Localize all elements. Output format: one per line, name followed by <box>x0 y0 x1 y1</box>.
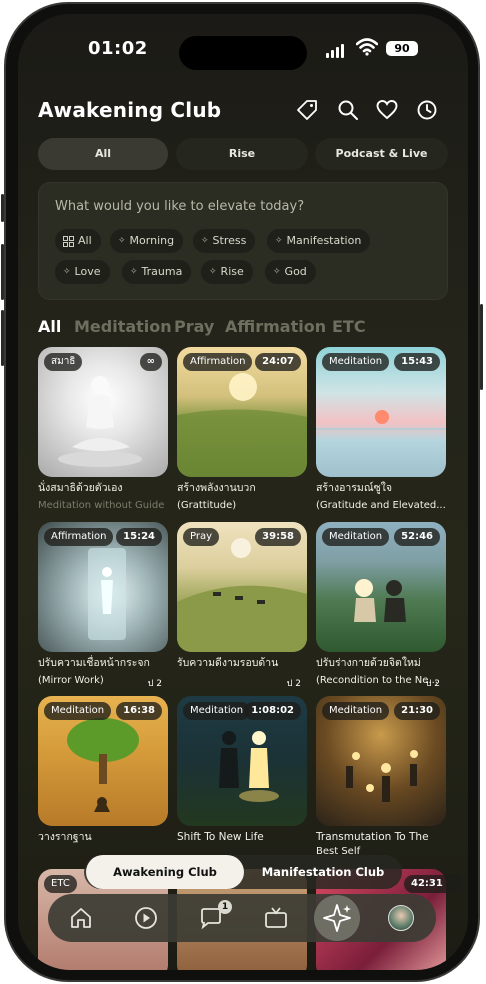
battery-indicator: 90 <box>386 41 418 56</box>
card-duration-badge: ∞ <box>139 353 162 371</box>
sparkle-icon: ✧ <box>273 267 281 277</box>
chip-love[interactable]: ✧ Love <box>55 260 110 284</box>
card-page-count: ป 2 <box>425 679 440 689</box>
sparkle-ai-button[interactable] <box>314 895 360 941</box>
elevate-question: What would you like to elevate today? <box>55 199 305 214</box>
sparkle-icon: ✧ <box>118 236 126 246</box>
card-title: Transmutation To The <box>316 831 429 843</box>
app-title: Awakening Club <box>38 98 222 122</box>
category-affirmation[interactable]: Affirmation <box>225 317 326 336</box>
card-title: สร้างอารมณ์ซูใจ <box>316 482 392 494</box>
chip-label: Rise <box>220 265 244 278</box>
chip-morning[interactable]: ✧ Morning <box>110 229 184 253</box>
card-page-count: ป 2 <box>286 679 301 689</box>
card-duration-badge: 52:46 <box>394 528 440 546</box>
manifestation-club-toggle[interactable]: Manifestation Club <box>248 855 398 889</box>
signal-icon <box>326 44 344 58</box>
sparkle-icon: ✧ <box>275 236 283 246</box>
category-pray[interactable]: Pray <box>174 317 214 336</box>
card-page-count: ป 2 <box>147 679 162 689</box>
category-meditation[interactable]: Meditation <box>74 317 172 336</box>
history-clock-icon[interactable] <box>415 98 439 122</box>
card-duration-badge: 21:30 <box>394 702 440 720</box>
volume-up-button <box>1 244 4 300</box>
play-icon[interactable] <box>133 905 159 931</box>
chip-all[interactable]: All <box>55 229 101 253</box>
tag-icon[interactable] <box>295 98 319 122</box>
category-etc[interactable]: ETC <box>332 317 366 336</box>
chip-label: Morning <box>129 234 175 247</box>
chip-label: God <box>284 265 307 278</box>
card-subtitle: Meditation without Guide <box>38 500 165 511</box>
tab-podcast-live[interactable]: Podcast & Live <box>315 138 448 170</box>
card-duration-badge: 42:31 <box>404 875 462 893</box>
chip-label: Trauma <box>141 265 183 278</box>
grid-icon <box>63 235 74 247</box>
elevate-prompt-panel: What would you like to elevate today? Al… <box>38 182 448 300</box>
sparkle-icon: ✧ <box>130 267 138 277</box>
card-title: ปรับร่างกายด้วยจิตใหม่ <box>316 657 421 669</box>
card-title: วางรากฐาน <box>38 831 92 843</box>
card-duration-badge: 1:08:02 <box>244 702 301 720</box>
action-button <box>1 194 4 222</box>
chip-stress[interactable]: ✧ Stress <box>193 229 256 253</box>
chip-label: Love <box>74 265 101 278</box>
chip-manifestation[interactable]: ✧ Manifestation <box>267 229 371 253</box>
card-duration-badge: 24:07 <box>255 353 301 371</box>
volume-down-button <box>1 310 4 366</box>
chip-label: Stress <box>212 234 247 247</box>
profile-avatar[interactable] <box>388 905 414 931</box>
bottom-nav-bar: 1 <box>48 894 436 942</box>
category-all[interactable]: All <box>38 317 61 336</box>
chat-badge: 1 <box>218 900 232 914</box>
card-category-badge: Meditation <box>322 353 390 371</box>
dynamic-island <box>179 36 307 70</box>
card-category-badge: Meditation <box>322 702 390 720</box>
card-duration-badge: 15:24 <box>116 528 162 546</box>
sparkle-icon <box>323 904 351 932</box>
card-title: รับความดีงามรอบด้าน <box>177 657 279 669</box>
card-category-badge: Pray <box>183 528 220 546</box>
card-subtitle: (Gratitude and Elevated... <box>316 500 446 511</box>
card-category-badge: Meditation <box>44 702 112 720</box>
card-category-badge: Affirmation <box>183 353 253 371</box>
chip-rise[interactable]: ✧ Rise <box>201 260 253 284</box>
chip-label: Manifestation <box>286 234 362 247</box>
power-button <box>480 304 483 390</box>
home-icon[interactable] <box>68 905 94 931</box>
wifi-icon <box>356 38 378 56</box>
sparkle-icon: ✧ <box>201 236 209 246</box>
chip-label: All <box>78 234 92 247</box>
card-category-badge: Meditation <box>322 528 390 546</box>
sparkle-icon: ✧ <box>209 267 217 277</box>
card-duration-badge: 16:38 <box>116 702 162 720</box>
tab-rise[interactable]: Rise <box>176 138 308 170</box>
tab-all[interactable]: All <box>38 138 168 170</box>
card-title: สร้างพลังงานบวก <box>177 482 256 494</box>
chip-god[interactable]: ✧ God <box>265 260 316 284</box>
card-title: Shift To New Life <box>177 831 264 843</box>
card-subtitle: (Grattitude) <box>177 500 237 511</box>
card-category-badge: สมาธิ <box>44 353 83 371</box>
card-category-badge: Meditation <box>183 702 251 720</box>
status-time: 01:02 <box>88 38 148 59</box>
card-duration-badge: 15:43 <box>394 353 440 371</box>
heart-icon[interactable] <box>375 98 399 122</box>
card-title: ปรับความเชื่อหน้ากระจก <box>38 657 150 669</box>
card-duration-badge: 39:58 <box>255 528 301 546</box>
club-switcher: Awakening Club Manifestation Club <box>84 855 402 889</box>
search-icon[interactable] <box>336 98 360 122</box>
card-category-badge: ETC <box>44 875 77 893</box>
app-screen: 01:02 90 Awakening Club All Rise Podcast… <box>18 14 468 970</box>
chip-trauma[interactable]: ✧ Trauma <box>122 260 192 284</box>
sparkle-icon: ✧ <box>63 267 71 277</box>
tv-icon[interactable] <box>263 905 289 931</box>
awakening-club-toggle[interactable]: Awakening Club <box>86 855 244 889</box>
card-title: นั่งสมาธิด้วยตัวเอง <box>38 482 123 494</box>
card-category-badge: Affirmation <box>44 528 114 546</box>
